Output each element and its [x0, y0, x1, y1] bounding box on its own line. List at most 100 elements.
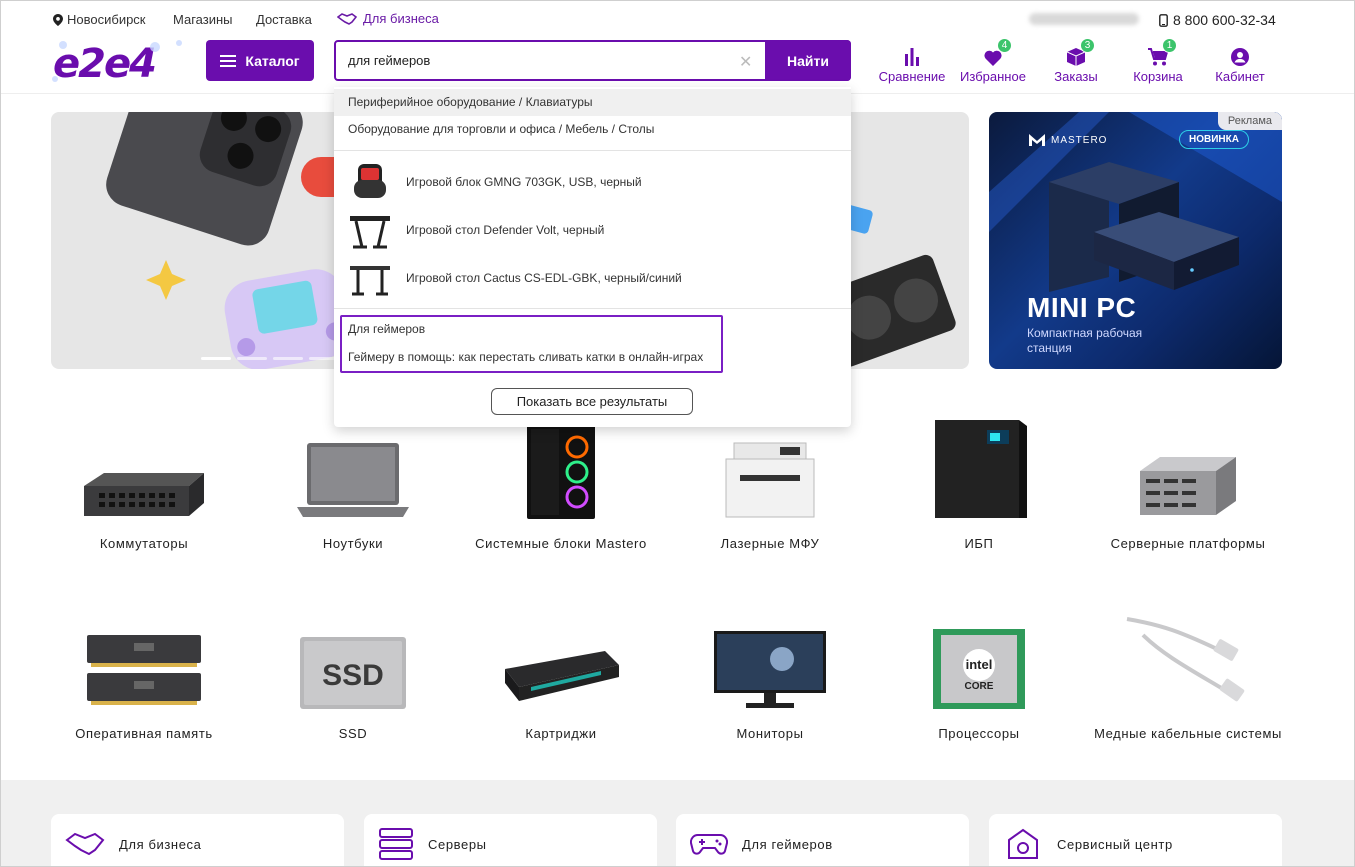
category-tile[interactable]: Медные кабельные системы [1093, 601, 1283, 744]
cart-nav[interactable]: 1 Корзина [1118, 38, 1198, 84]
category-tile[interactable]: SSD SSD [258, 601, 448, 744]
cpu-icon: intel CORE [933, 629, 1025, 709]
divider [334, 150, 851, 151]
stores-link[interactable]: Магазины [173, 12, 233, 27]
cart-badge: 1 [1162, 38, 1177, 53]
category-tile[interactable]: Картриджи [466, 601, 656, 744]
gamepad-icon [690, 833, 728, 855]
orders-nav[interactable]: 3 Заказы [1036, 38, 1116, 84]
monitor-icon [714, 631, 826, 708]
site-logo[interactable]: e2e4 [51, 39, 186, 87]
search-button[interactable]: Найти [765, 40, 851, 81]
category-name: Лазерные МФУ [720, 536, 820, 551]
product-thumb [348, 160, 392, 204]
category-name: Системные блоки Mastero [475, 536, 647, 551]
ups-icon [935, 420, 1027, 518]
search-input[interactable] [348, 42, 728, 79]
desk-icon [350, 266, 390, 296]
servers-icon [379, 828, 413, 860]
divider [334, 308, 851, 309]
orders-badge: 3 [1080, 38, 1095, 53]
handshake-icon [337, 12, 357, 25]
business-card[interactable]: Для бизнеса [51, 814, 344, 866]
mastero-logo-icon [1029, 134, 1045, 146]
top-bar: Новосибирск Магазины Доставка Для бизнес… [1, 1, 1354, 37]
category-tile[interactable]: Коммутаторы [49, 411, 239, 554]
switch-icon [84, 473, 204, 516]
category-name: Медные кабельные системы [1094, 726, 1282, 741]
search-suggestions: Периферийное оборудование / Клавиатуры О… [334, 87, 851, 427]
compare-nav[interactable]: Сравнение [872, 44, 952, 84]
category-name: Картриджи [525, 726, 597, 741]
category-tile[interactable]: ИБП [884, 411, 1074, 554]
compare-label: Сравнение [878, 69, 946, 84]
card-label: Для бизнеса [119, 836, 202, 852]
category-tile[interactable]: Серверные платформы [1093, 411, 1283, 554]
clear-search-icon[interactable]: ✕ [739, 52, 752, 72]
suggest-article-heading[interactable]: Для геймеров [348, 322, 425, 336]
category-name: Коммутаторы [99, 536, 189, 551]
product-thumb [348, 256, 392, 300]
category-name: Процессоры [938, 726, 1020, 741]
account-nav[interactable]: Кабинет [1200, 44, 1280, 84]
laptop-icon [297, 443, 409, 517]
desk-icon [350, 216, 390, 249]
product-name: Игровой стол Cactus CS-EDL-GBK, черный/с… [406, 271, 682, 285]
suggest-product[interactable]: Игровой блок GMNG 703GK, USB, черный [348, 160, 838, 204]
category-tile[interactable]: Системные блоки Mastero [466, 411, 656, 554]
category-tile[interactable]: Оперативная память [49, 601, 239, 744]
page: Новосибирск Магазины Доставка Для бизнес… [0, 0, 1355, 867]
suggest-article[interactable]: Геймеру в помощь: как перестать сливать … [348, 350, 703, 364]
category-name: SSD [338, 726, 368, 741]
handshake-icon [65, 832, 105, 856]
location-pin-icon [53, 13, 63, 26]
server-icon [1140, 457, 1236, 515]
business-link[interactable]: Для бизнеса [337, 11, 439, 26]
favorites-nav[interactable]: 4 Избранное [953, 38, 1033, 84]
category-tile[interactable]: Мониторы [675, 601, 865, 744]
gamers-card[interactable]: Для геймеров [676, 814, 969, 866]
product-name: Игровой стол Defender Volt, черный [406, 223, 605, 237]
card-label: Серверы [428, 836, 487, 852]
catalog-label: Каталог [245, 52, 300, 69]
suggest-product[interactable]: Игровой стол Defender Volt, черный [348, 208, 838, 252]
product-name: Игровой блок GMNG 703GK, USB, черный [406, 175, 642, 189]
cpu-brand: intel [966, 657, 993, 672]
catalog-button[interactable]: Каталог [206, 40, 314, 81]
heart-icon [984, 50, 1002, 66]
pc-case-icon [527, 425, 595, 519]
delivery-link[interactable]: Доставка [256, 12, 312, 27]
user-name-blurred [1029, 13, 1139, 25]
suggest-category[interactable]: Оборудование для торговли и офиса / Мебе… [334, 116, 851, 143]
svg-text:e2e4: e2e4 [53, 41, 155, 85]
ad-brand: MASTERO [1029, 134, 1107, 146]
user-icon [1231, 48, 1249, 66]
phone-number[interactable]: 8 800 600-32-34 [1159, 12, 1276, 28]
category-tile[interactable]: intel CORE Процессоры [884, 601, 1074, 744]
service-card[interactable]: Сервисный центр [989, 814, 1282, 866]
category-name: Оперативная память [75, 726, 213, 741]
suggest-category[interactable]: Периферийное оборудование / Клавиатуры [334, 89, 851, 116]
product-thumb [348, 208, 392, 252]
phone-icon [1159, 13, 1168, 27]
ad-subtitle: Компактная рабочая станция [1027, 326, 1143, 355]
suggest-product[interactable]: Игровой стол Cactus CS-EDL-GBK, черный/с… [348, 256, 838, 300]
servers-card[interactable]: Серверы [364, 814, 657, 866]
category-tile[interactable]: Лазерные МФУ [675, 411, 865, 554]
city-label: Новосибирск [67, 12, 146, 27]
favorites-label: Избранное [960, 69, 1026, 84]
cpu-line: CORE [965, 681, 994, 692]
ad-banner[interactable]: Реклама MASTERO НОВИНКА MINI PC Компактн… [989, 112, 1282, 369]
ssd-icon: SSD [300, 637, 406, 709]
search-box: ✕ Найти [334, 40, 851, 81]
phone-label: 8 800 600-32-34 [1173, 12, 1276, 28]
compare-icon [905, 48, 919, 66]
category-name: Мониторы [736, 726, 804, 741]
city-selector[interactable]: Новосибирск [53, 12, 146, 27]
show-all-results-button[interactable]: Показать все результаты [491, 388, 693, 415]
category-tile[interactable]: Ноутбуки [258, 411, 448, 554]
cartridge-icon [505, 651, 619, 701]
orders-label: Заказы [1054, 69, 1098, 84]
card-label: Сервисный центр [1057, 836, 1173, 852]
ssd-text: SSD [322, 659, 384, 692]
